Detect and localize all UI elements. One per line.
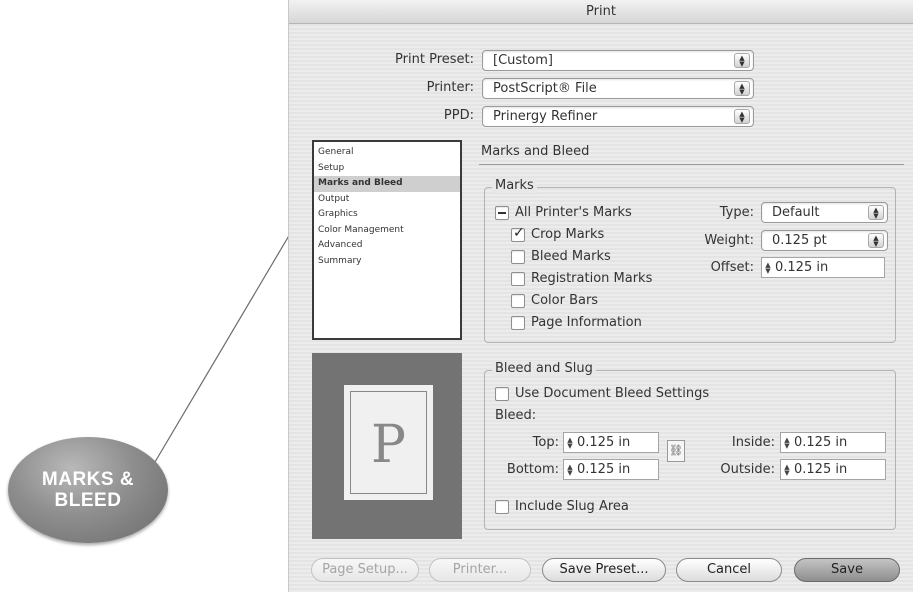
- category-setup[interactable]: Setup: [314, 161, 460, 177]
- page-preview: P: [312, 353, 462, 539]
- outside-label: Outside:: [720, 462, 775, 477]
- bleed-slug-group-title: Bleed and Slug: [492, 361, 596, 376]
- bleed-label: Bleed:: [495, 408, 537, 423]
- printer-popup[interactable]: PostScript® File ▲ ▼: [482, 78, 754, 99]
- weight-value: 0.125 pt: [772, 233, 827, 248]
- page-information-checkbox[interactable]: Page Information: [511, 315, 642, 330]
- checkbox-mixed-icon: [495, 205, 509, 220]
- checkbox-empty-icon: [511, 249, 525, 264]
- print-preset-popup[interactable]: [Custom] ▲ ▼: [482, 50, 754, 71]
- category-summary[interactable]: Summary: [314, 254, 460, 270]
- registration-marks-label: Registration Marks: [531, 271, 653, 286]
- bleed-bottom-field[interactable]: ▲ ▼ 0.125 in: [563, 459, 659, 480]
- bleed-marks-label: Bleed Marks: [531, 249, 611, 264]
- save-preset-button[interactable]: Save Preset...: [542, 558, 666, 582]
- ppd-value: Prinergy Refiner: [493, 109, 598, 124]
- preview-letter: P: [371, 415, 406, 475]
- include-slug-label: Include Slug Area: [515, 499, 629, 514]
- type-value: Default: [772, 205, 820, 220]
- marks-group-title: Marks: [492, 178, 537, 193]
- all-printers-marks-checkbox[interactable]: All Printer's Marks: [495, 205, 632, 220]
- print-dialog: Print Print Preset: [Custom] ▲ ▼ Printer:…: [288, 0, 913, 592]
- bleed-bottom-value: 0.125 in: [577, 462, 631, 477]
- use-document-bleed-label: Use Document Bleed Settings: [515, 386, 710, 401]
- inside-label: Inside:: [731, 435, 775, 450]
- bleed-inside-field[interactable]: ▲ ▼ 0.125 in: [780, 432, 886, 453]
- category-advanced[interactable]: Advanced: [314, 238, 460, 254]
- section-divider: [479, 164, 904, 165]
- include-slug-checkbox[interactable]: Include Slug Area: [495, 499, 629, 514]
- stepper-arrows-icon[interactable]: ▲ ▼: [564, 436, 576, 449]
- popup-arrows-icon: ▲ ▼: [734, 53, 750, 68]
- category-general[interactable]: General: [314, 145, 460, 161]
- section-title: Marks and Bleed: [481, 144, 590, 159]
- offset-field[interactable]: ▲ ▼ 0.125 in: [761, 257, 885, 278]
- registration-marks-checkbox[interactable]: Registration Marks: [511, 271, 652, 286]
- bleed-inside-value: 0.125 in: [794, 435, 848, 450]
- checkmark-icon: [511, 225, 525, 242]
- weight-label: Weight:: [704, 233, 754, 248]
- printer-button[interactable]: Printer...: [429, 558, 531, 582]
- callout-line1: MARKS &: [41, 469, 135, 490]
- category-list[interactable]: General Setup Marks and Bleed Output Gra…: [312, 140, 462, 340]
- stepper-arrows-icon[interactable]: ▲ ▼: [781, 463, 793, 476]
- color-bars-checkbox[interactable]: Color Bars: [511, 293, 598, 308]
- ppd-label: PPD:: [443, 108, 474, 123]
- printer-label: Printer:: [426, 80, 474, 95]
- page-information-label: Page Information: [531, 315, 642, 330]
- save-button[interactable]: Save: [794, 558, 900, 582]
- dialog-title: Print: [289, 0, 913, 24]
- callout-line2: BLEED: [54, 490, 122, 511]
- preview-page: P: [344, 385, 433, 500]
- offset-value: 0.125 in: [775, 260, 829, 275]
- crop-marks-checkbox[interactable]: Crop Marks: [511, 225, 605, 242]
- printer-value: PostScript® File: [493, 81, 597, 96]
- cancel-button[interactable]: Cancel: [676, 558, 782, 582]
- category-graphics[interactable]: Graphics: [314, 207, 460, 223]
- checkbox-empty-icon: [495, 386, 509, 401]
- popup-arrows-icon: ▲ ▼: [734, 81, 750, 96]
- print-preset-value: [Custom]: [493, 53, 553, 68]
- popup-arrows-icon: ▲ ▼: [868, 233, 884, 248]
- stepper-arrows-icon[interactable]: ▲ ▼: [781, 436, 793, 449]
- category-output[interactable]: Output: [314, 192, 460, 208]
- print-preset-label: Print Preset:: [395, 52, 474, 67]
- category-color-management[interactable]: Color Management: [314, 223, 460, 239]
- link-chain-icon[interactable]: ⛓: [667, 440, 685, 462]
- color-bars-label: Color Bars: [531, 293, 599, 308]
- checkbox-empty-icon: [511, 315, 525, 330]
- top-label: Top:: [532, 435, 559, 450]
- checkbox-empty-icon: [511, 293, 525, 308]
- stepper-arrows-icon[interactable]: ▲ ▼: [762, 261, 774, 274]
- crop-marks-label: Crop Marks: [531, 227, 605, 242]
- bleed-outside-value: 0.125 in: [794, 462, 848, 477]
- weight-popup[interactable]: 0.125 pt ▲ ▼: [761, 230, 888, 251]
- stepper-arrows-icon[interactable]: ▲ ▼: [564, 463, 576, 476]
- ppd-popup[interactable]: Prinergy Refiner ▲ ▼: [482, 106, 754, 127]
- bottom-label: Bottom:: [506, 462, 559, 477]
- category-marks-and-bleed[interactable]: Marks and Bleed: [314, 176, 460, 192]
- bleed-top-value: 0.125 in: [577, 435, 631, 450]
- all-printers-marks-label: All Printer's Marks: [515, 205, 632, 220]
- type-popup[interactable]: Default ▲ ▼: [761, 202, 888, 223]
- offset-label: Offset:: [710, 260, 754, 275]
- checkbox-empty-icon: [511, 271, 525, 286]
- bleed-marks-checkbox[interactable]: Bleed Marks: [511, 249, 611, 264]
- page-setup-button[interactable]: Page Setup...: [311, 558, 419, 582]
- popup-arrows-icon: ▲ ▼: [868, 205, 884, 220]
- bleed-top-field[interactable]: ▲ ▼ 0.125 in: [563, 432, 659, 453]
- callout-badge: MARKS & BLEED: [8, 437, 168, 543]
- checkbox-empty-icon: [495, 499, 509, 514]
- use-document-bleed-checkbox[interactable]: Use Document Bleed Settings: [495, 386, 709, 401]
- popup-arrows-icon: ▲ ▼: [734, 109, 750, 124]
- bleed-outside-field[interactable]: ▲ ▼ 0.125 in: [780, 459, 886, 480]
- type-label: Type:: [719, 205, 754, 220]
